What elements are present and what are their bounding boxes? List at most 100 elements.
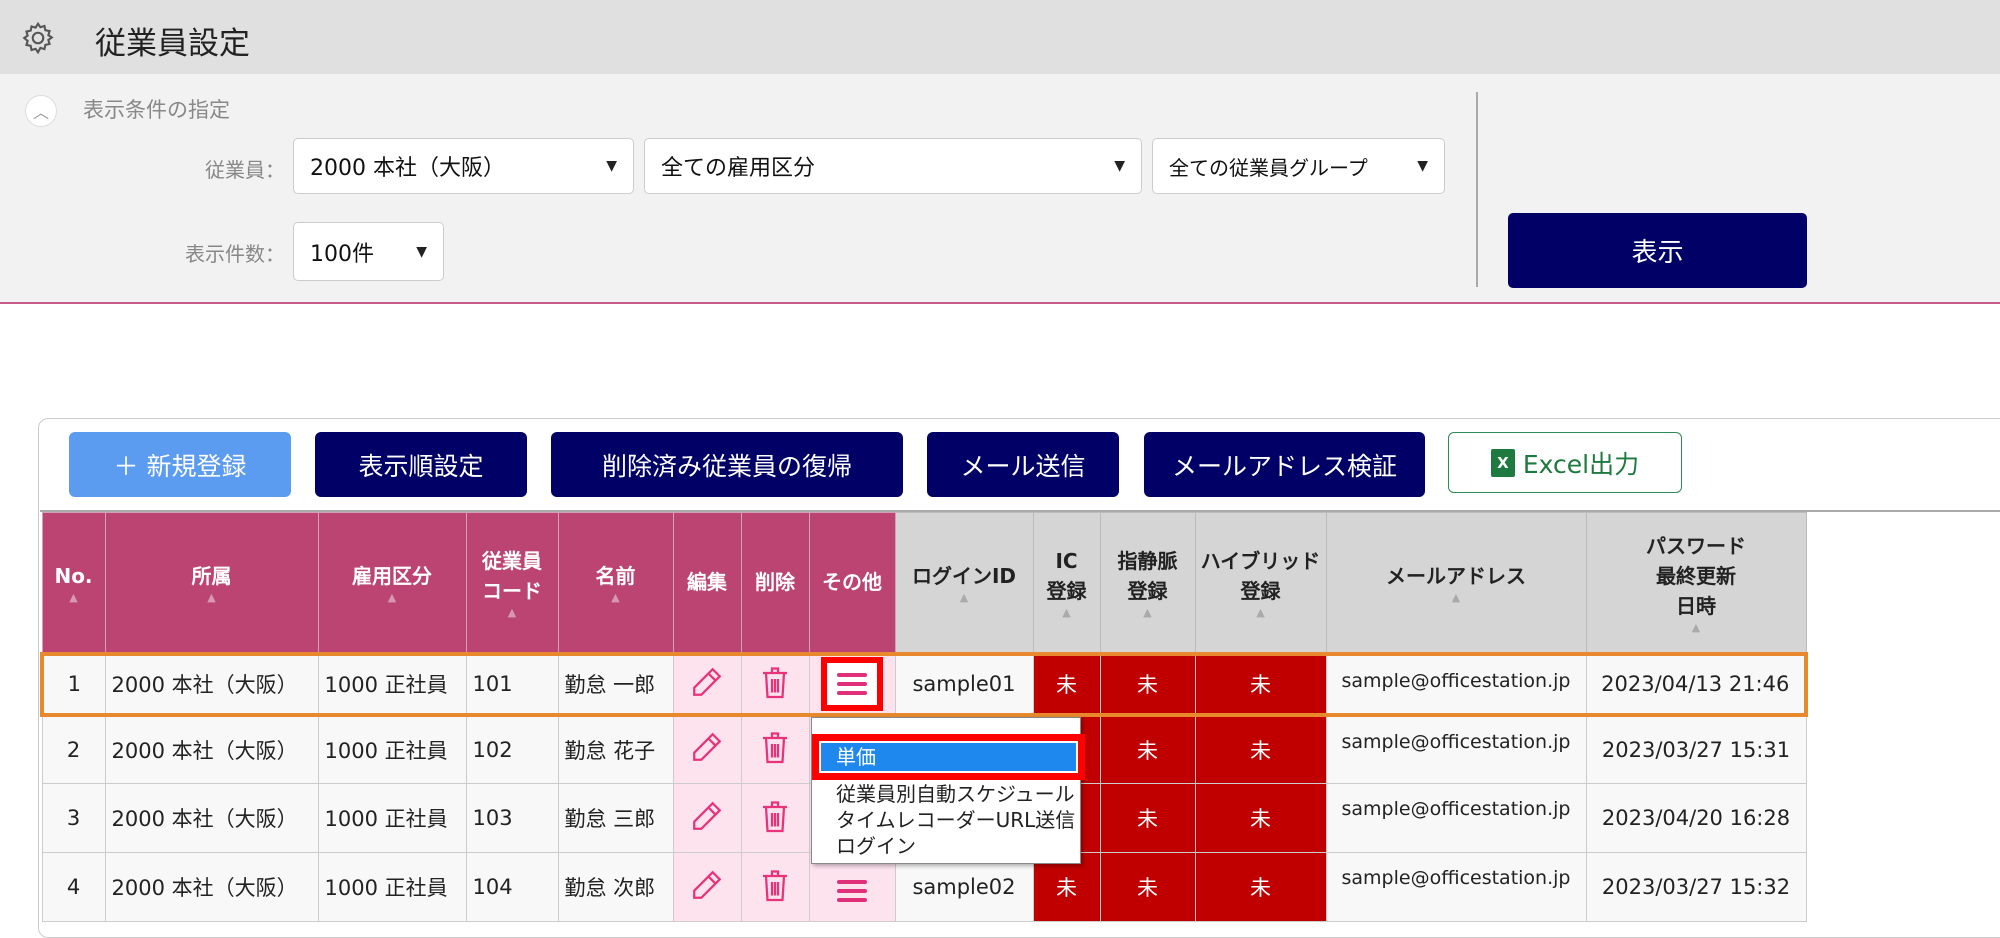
column-header[interactable]: 雇用区分 ▲ <box>317 512 467 654</box>
excel-export-label: Excel出力 <box>1522 449 1640 479</box>
row-number: 3 <box>41 783 106 853</box>
column-header[interactable]: パスワード 最終更新 日時 ▲ <box>1585 512 1807 654</box>
delete-cell <box>740 714 810 784</box>
sort-icon[interactable]: ▲ <box>1196 606 1326 619</box>
password-updated-cell: 2023/04/13 21:46 <box>1585 651 1808 717</box>
pencil-icon[interactable] <box>690 870 724 907</box>
branch-select[interactable]: 2000 本社（大阪） ▼ <box>293 138 634 194</box>
excel-export-button[interactable]: X Excel出力 <box>1448 432 1682 493</box>
employment-type-select[interactable]: 全ての雇用区分 ▼ <box>644 138 1142 194</box>
column-header-label: 編集 <box>687 570 727 595</box>
column-header-label: 所属 <box>191 563 232 588</box>
menu-item-login[interactable]: ログイン <box>836 830 916 859</box>
display-order-button[interactable]: 表示順設定 <box>315 432 527 497</box>
password-updated-cell: 2023/04/20 16:28 <box>1585 783 1807 853</box>
email-cell: sample@officestation.jp <box>1325 714 1587 784</box>
dropdown-arrow-icon: ▼ <box>1114 158 1125 174</box>
hybrid-status-cell: 未 <box>1194 714 1327 784</box>
password-updated-cell: 2023/03/27 15:31 <box>1585 714 1807 784</box>
column-header-label: 従業員 コード <box>482 548 542 603</box>
column-header-label: 指静脈 登録 <box>1117 548 1178 603</box>
new-register-button[interactable]: ＋ 新規登録 <box>69 432 291 497</box>
column-header-label: ログインID <box>911 563 1017 588</box>
column-header[interactable]: No. ▲ <box>41 512 106 654</box>
email-cell: sample@officestation.jp <box>1325 651 1587 717</box>
chevron-up-icon: ︿ <box>32 103 49 122</box>
employee-code-cell: 103 <box>465 783 559 853</box>
vein-status-cell: 未 <box>1099 783 1196 853</box>
employee-code-cell: 102 <box>465 714 559 784</box>
employment-type-cell: 1000 正社員 <box>317 651 467 717</box>
column-header[interactable]: IC 登録 ▲ <box>1032 512 1101 654</box>
pencil-icon[interactable] <box>690 732 724 769</box>
send-mail-button[interactable]: メール送信 <box>927 432 1119 497</box>
hamburger-menu-icon[interactable] <box>829 872 875 910</box>
row-number: 4 <box>41 852 106 922</box>
hybrid-status-cell: 未 <box>1194 783 1327 853</box>
column-header[interactable]: ログインID ▲ <box>894 512 1034 654</box>
column-header-label: 名前 <box>595 563 636 588</box>
highlight-annotation-box <box>812 734 1085 780</box>
table-header-row: No. ▲ 所属 ▲ 雇用区分 ▲ 従業員 コード ▲ 名前 ▲ 編集 削除 その他 ログインID ▲ IC … <box>41 512 1807 654</box>
sort-icon[interactable]: ▲ <box>43 591 105 604</box>
sort-icon[interactable]: ▲ <box>559 591 673 604</box>
hamburger-menu-icon[interactable] <box>829 665 875 703</box>
department-cell: 2000 本社（大阪） <box>104 651 319 717</box>
pencil-icon[interactable] <box>690 801 724 838</box>
filter-section-label: 表示条件の指定 <box>83 98 230 122</box>
employment-select-value: 全ての雇用区分 <box>661 156 816 181</box>
column-header[interactable]: 従業員 コード ▲ <box>465 512 559 654</box>
trash-icon[interactable] <box>760 732 790 770</box>
column-header-label: No. <box>54 563 93 588</box>
edit-cell <box>672 714 742 784</box>
divider <box>1476 92 1478 287</box>
column-header[interactable]: ハイブリッド 登録 ▲ <box>1194 512 1327 654</box>
department-cell: 2000 本社（大阪） <box>104 714 319 784</box>
excel-icon: X <box>1490 448 1515 477</box>
menu-item-auto-schedule[interactable]: 従業員別自動スケジュール <box>836 783 1075 807</box>
employment-type-cell: 1000 正社員 <box>317 714 467 784</box>
collapse-toggle[interactable]: ︿ <box>25 95 57 127</box>
ic-status-cell: 未 <box>1032 651 1101 717</box>
sort-icon[interactable]: ▲ <box>319 591 466 604</box>
sort-icon[interactable]: ▲ <box>1101 606 1195 619</box>
column-header: その他 <box>808 512 896 654</box>
trash-icon[interactable] <box>760 666 790 705</box>
count-select[interactable]: 100件 ▼ <box>293 222 444 281</box>
column-header[interactable]: メールアドレス ▲ <box>1325 512 1587 654</box>
login-id-cell: sample01 <box>894 651 1034 717</box>
table-row: 1 2000 本社（大阪） 1000 正社員 101 勤怠 一郎 sample01 未未未 s… <box>40 651 1808 717</box>
highlight-annotation-box <box>821 657 883 711</box>
sort-icon[interactable]: ▲ <box>1034 606 1100 619</box>
dropdown-arrow-icon: ▼ <box>416 243 427 260</box>
column-header: 削除 <box>740 512 810 654</box>
trash-icon[interactable] <box>760 800 790 839</box>
dropdown-arrow-icon: ▼ <box>1417 158 1428 174</box>
column-header-label: ハイブリッド 登録 <box>1200 548 1321 603</box>
show-button[interactable]: 表示 <box>1508 213 1807 288</box>
vein-status-cell: 未 <box>1099 714 1196 784</box>
email-cell: sample@officestation.jp <box>1325 852 1587 922</box>
sort-icon[interactable]: ▲ <box>1327 591 1586 604</box>
column-header[interactable]: 指静脈 登録 ▲ <box>1099 512 1196 654</box>
edit-cell <box>672 651 742 717</box>
column-header[interactable]: 所属 ▲ <box>104 512 319 654</box>
sort-icon[interactable]: ▲ <box>106 591 318 604</box>
delete-cell <box>740 651 810 717</box>
column-header: 編集 <box>672 512 742 654</box>
sort-icon[interactable]: ▲ <box>896 591 1033 604</box>
column-header-label: IC 登録 <box>1046 548 1087 603</box>
restore-deleted-button[interactable]: 削除済み従業員の復帰 <box>551 432 903 497</box>
column-header[interactable]: 名前 ▲ <box>557 512 674 654</box>
employee-group-select[interactable]: 全ての従業員グループ ▼ <box>1152 138 1445 194</box>
password-updated-cell: 2023/03/27 15:32 <box>1585 852 1807 922</box>
group-select-value: 全ての従業員グループ <box>1169 155 1368 180</box>
pencil-icon[interactable] <box>690 667 724 704</box>
trash-icon[interactable] <box>760 869 790 908</box>
edit-cell <box>672 852 742 922</box>
row-number: 2 <box>41 714 106 784</box>
sort-icon[interactable]: ▲ <box>467 606 558 619</box>
sort-icon[interactable]: ▲ <box>1587 621 1806 634</box>
verify-email-button[interactable]: メールアドレス検証 <box>1144 432 1425 497</box>
menu-item-send-url[interactable]: タイムレコーダーURL送信 <box>836 804 1075 833</box>
